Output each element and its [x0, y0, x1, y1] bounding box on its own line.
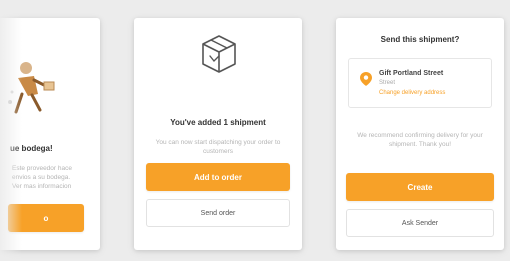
card-heading: Send this shipment?	[380, 35, 460, 44]
onboarding-carousel: ue bodega! Este proveedor hace envios a …	[0, 0, 510, 261]
card-heading: ue bodega!	[10, 144, 53, 153]
carousel-card-previous[interactable]: ue bodega! Este proveedor hace envios a …	[0, 18, 100, 250]
card-description: You can now start dispatching your order…	[155, 139, 281, 155]
location-pin-icon	[360, 72, 372, 86]
card-heading: You've added 1 shipment	[170, 118, 266, 127]
create-button[interactable]: Create	[346, 173, 494, 201]
box-icon	[202, 35, 236, 73]
card-description: We recommend confirming delivery for you…	[357, 132, 483, 148]
primary-button[interactable]: o	[8, 204, 84, 232]
carousel-card-next: Send this shipment? Gift Portland Street…	[336, 18, 504, 250]
address-name: Gift Portland Street	[379, 70, 444, 77]
send-order-button[interactable]: Send order	[146, 199, 290, 227]
courier-illustration	[8, 62, 55, 114]
delivery-address-box[interactable]: Gift Portland Street Street Change deliv…	[348, 58, 492, 108]
carousel-card-current: You've added 1 shipment You can now star…	[134, 18, 302, 250]
card-description: Este proveedor hace envios a su bodega. …	[12, 165, 72, 190]
ask-sender-button[interactable]: Ask Sender	[346, 209, 494, 237]
change-address-link[interactable]: Change delivery address	[379, 90, 445, 96]
address-line: Street	[379, 80, 396, 86]
add-to-order-button[interactable]: Add to order	[146, 163, 290, 191]
